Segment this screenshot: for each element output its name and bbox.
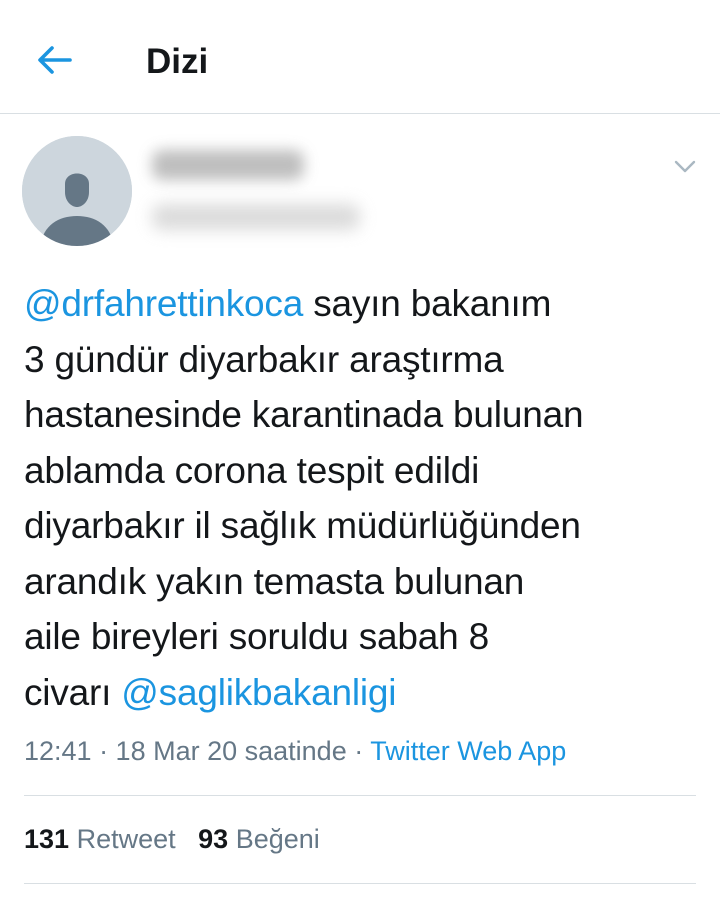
retweet-count-link[interactable]: 131 Retweet [24,824,176,854]
page-title: Dizi [146,42,209,81]
default-avatar-icon [22,136,132,246]
mention-link[interactable]: @saglikbakanligi [121,672,396,713]
like-label: Beğeni [228,824,320,854]
tweet-line: diyarbakır il sağlık müdürlüğünden [24,505,581,546]
tweet-line: aile bireyleri soruldu sabah 8 [24,616,489,657]
mention-link[interactable]: @drfahrettinkoca [24,283,303,324]
tweet-source-link[interactable]: Twitter Web App [370,736,566,766]
like-count: 93 [198,824,229,854]
user-name-blurred[interactable] [152,150,304,180]
tweet-line: @drfahrettinkoca sayın bakanım [24,276,714,332]
tweet-menu-button[interactable] [670,152,700,182]
tweet-line-text: civarı [24,671,122,713]
tweet-timestamp: 12:41 · 18 Mar 20 saatinde · [24,736,371,766]
chevron-down-icon[interactable] [674,160,696,174]
tweet-text: @drfahrettinkoca sayın bakanım 3 gündür … [24,276,714,720]
retweet-label: Retweet [69,824,176,854]
like-count-link[interactable]: 93 Beğeni [198,824,320,854]
divider [24,795,696,796]
tweet-line: 3 gündür diyarbakır araştırma [24,338,504,380]
back-arrow-icon[interactable] [36,45,72,75]
back-button[interactable] [34,40,74,80]
tweet-line: ablamda corona tespit edildi [24,449,480,491]
retweet-count: 131 [24,824,70,854]
top-bar: Dizi [0,0,720,114]
user-handle-blurred[interactable] [152,204,360,230]
tweet-line: hastanesinde karantinada bulunan [24,394,584,435]
tweet-meta: 12:41 · 18 Mar 20 saatinde · Twitter Web… [24,734,566,768]
tweet-stats: 131 Retweet 93 Beğeni [24,822,320,856]
tweet-line: civarı @saglikbakanligi [24,665,714,721]
tweet-line-text: sayın bakanım [303,283,552,324]
tweet-line: arandık yakın temasta bulunan [24,560,525,602]
avatar[interactable] [22,136,132,246]
divider [24,883,696,884]
